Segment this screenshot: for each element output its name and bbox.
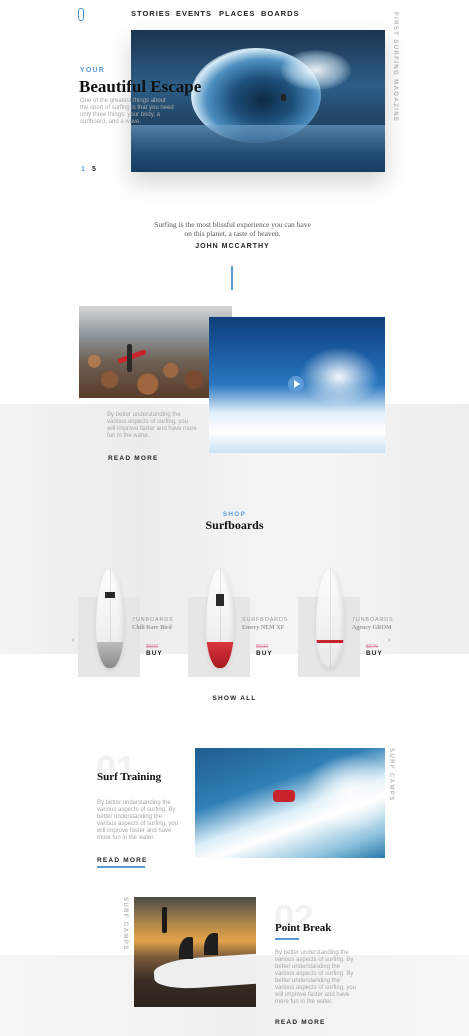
story-description: By better understanding the various aspe… [107,412,197,439]
training-read-more-link[interactable]: READ MORE [97,857,148,864]
hero-kicker: YOUR [80,67,106,74]
carousel-next-icon[interactable]: › [388,637,390,644]
title-underline [275,938,299,940]
surf-training-image [195,748,385,858]
play-icon[interactable] [288,376,304,392]
board-name: Chili Rare Bird [132,625,172,631]
hero-title: Beautiful Escape [79,77,202,96]
show-all-link[interactable]: SHOW ALL [0,695,469,702]
quote-author: JOHN MCCARTHY [195,243,270,250]
point-break-title: Point Break [275,922,332,934]
divider-line [231,266,233,290]
board-brand: 7UNBOARDS [132,617,174,623]
board-name: Agency GROM [352,625,392,631]
point-break-image [134,897,256,1007]
shop-title: Surfboards [205,518,264,532]
surf-camps-label: SURF CAMPS [122,897,128,951]
nav-stories[interactable]: STORIES [131,9,171,18]
quote-text: Surfing is the most blissful experience … [154,220,311,238]
read-more-underline [97,866,145,868]
board-name: Emery NEM XF [242,625,285,631]
nav-events[interactable]: EVENTS [176,9,212,18]
shop-kicker: SHOP [222,511,247,518]
section-number: 01 [96,748,137,789]
training-description: By better understanding the various aspe… [97,800,179,841]
surf-camps-label: SURF CAMPS [388,748,394,802]
training-title: Surf Training [97,771,162,783]
nav-boards[interactable]: BOARDS [261,9,300,18]
board-buy-button[interactable]: BUY [146,650,163,657]
story-read-more-link[interactable]: READ MORE [108,455,159,462]
board-brand: SURFBOARDS [242,617,289,623]
point-break-description: By better understanding the various aspe… [275,950,357,1005]
pager-total[interactable]: 5 [92,166,96,173]
board-buy-button[interactable]: BUY [256,650,273,657]
nav-places[interactable]: PLACES [219,9,255,18]
carousel-prev-icon[interactable]: ‹ [72,637,74,644]
point-break-read-more-link[interactable]: READ MORE [275,1019,326,1026]
logo-icon[interactable] [78,8,84,21]
magazine-vertical-label: FIRST SURFING MAGAZINE [392,12,398,123]
board-brand: 7UNBOARDS [352,617,394,623]
pager-current[interactable]: 1 [81,166,85,173]
board-buy-button[interactable]: BUY [366,650,383,657]
hero-description: One of the greatest things about the spo… [80,98,174,125]
